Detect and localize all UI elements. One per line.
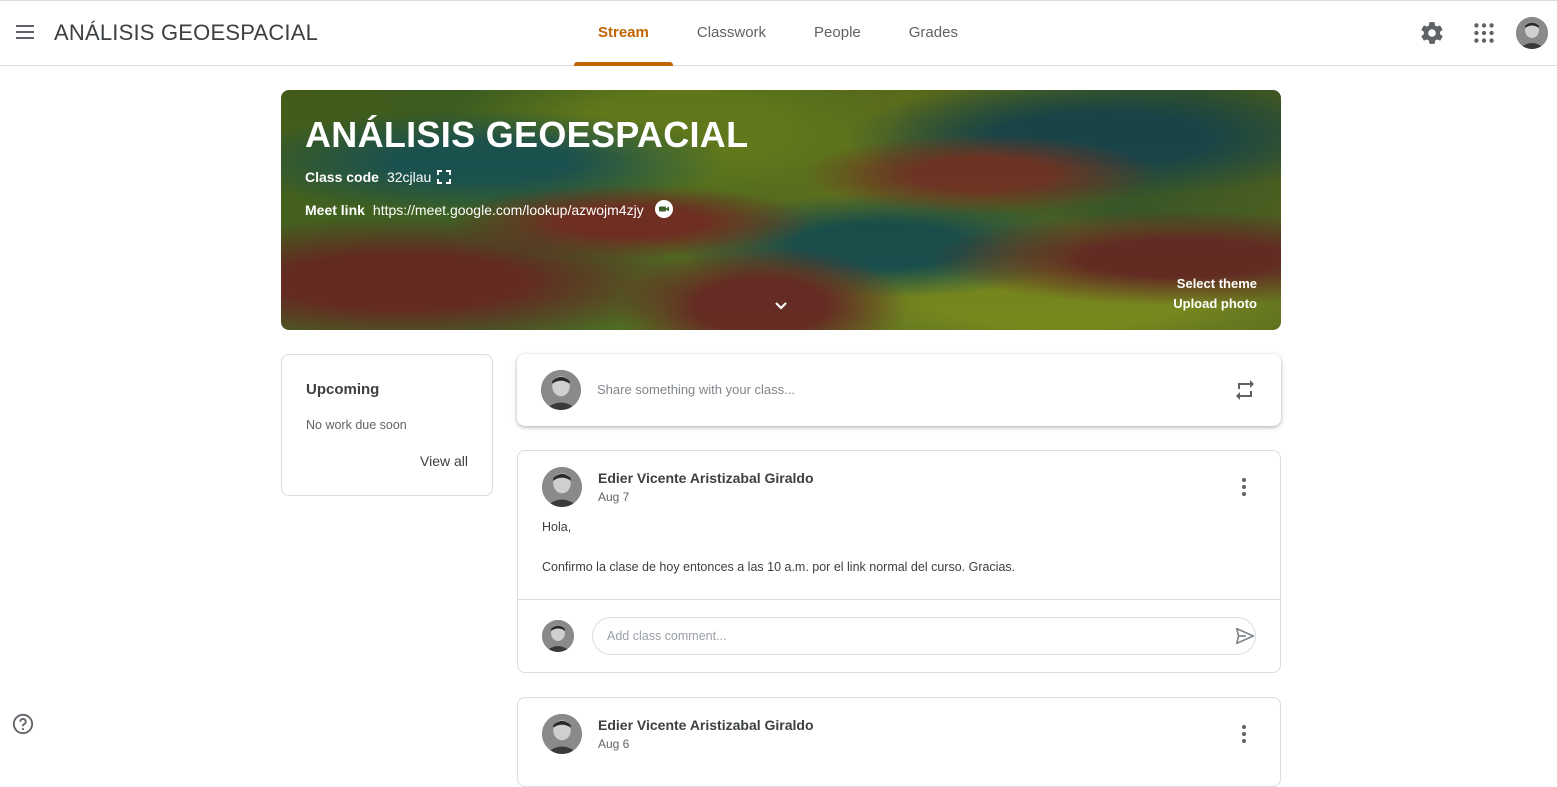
menu-icon[interactable] — [12, 21, 38, 45]
banner-title: ANÁLISIS GEOESPACIAL — [305, 114, 749, 155]
upcoming-title: Upcoming — [306, 381, 380, 398]
post-author: Edier Vicente Aristizabal Giraldo — [598, 470, 814, 486]
repost-icon[interactable] — [1233, 378, 1257, 402]
top-app-bar: ANÁLISIS GEOESPACIAL Stream Classwork Pe… — [0, 0, 1557, 66]
tab-people[interactable]: People — [790, 1, 885, 66]
tab-grades[interactable]: Grades — [885, 1, 982, 66]
more-vert-icon[interactable] — [1232, 722, 1256, 746]
tab-classwork[interactable]: Classwork — [673, 1, 790, 66]
select-theme-link[interactable]: Select theme — [1177, 276, 1257, 291]
avatar — [542, 620, 574, 652]
tab-bar: Stream Classwork People Grades — [574, 1, 982, 66]
meet-link-url[interactable]: https://meet.google.com/lookup/azwojm4zj… — [373, 202, 644, 218]
avatar — [542, 467, 582, 507]
upcoming-status: No work due soon — [306, 418, 407, 432]
class-banner: ANÁLISIS GEOESPACIAL Class code 32cjlau … — [281, 90, 1281, 330]
account-avatar[interactable] — [1516, 17, 1548, 49]
gear-icon[interactable] — [1419, 20, 1445, 46]
send-icon[interactable] — [1234, 625, 1256, 647]
view-all-link[interactable]: View all — [420, 453, 468, 469]
more-vert-icon[interactable] — [1232, 475, 1256, 499]
post-author: Edier Vicente Aristizabal Giraldo — [598, 717, 814, 733]
stream-post: Edier Vicente Aristizabal Giraldo Aug 6 — [517, 697, 1281, 787]
video-camera-icon[interactable] — [654, 200, 674, 220]
class-code-label: Class code — [305, 169, 379, 185]
post-body: Hola, Confirmo la clase de hoy entonces … — [542, 517, 1015, 577]
share-placeholder[interactable]: Share something with your class... — [597, 382, 795, 397]
stream-post: Edier Vicente Aristizabal Giraldo Aug 7 … — [517, 450, 1281, 673]
meet-link-row: Meet link https://meet.google.com/lookup… — [305, 200, 674, 220]
tab-stream[interactable]: Stream — [574, 1, 673, 66]
avatar — [541, 370, 581, 410]
class-comment-input[interactable]: Add class comment... — [592, 617, 1256, 655]
upcoming-card: Upcoming No work due soon View all — [281, 354, 493, 496]
post-message: Confirmo la clase de hoy entonces a las … — [542, 560, 1016, 574]
post-date: Aug 7 — [598, 490, 630, 504]
divider — [518, 599, 1280, 600]
class-code-row: Class code 32cjlau — [305, 169, 452, 185]
class-code-value: 32cjlau — [386, 169, 432, 185]
class-title[interactable]: ANÁLISIS GEOESPACIAL — [54, 20, 318, 46]
upload-photo-link[interactable]: Upload photo — [1173, 296, 1257, 311]
apps-grid-icon[interactable] — [1471, 20, 1497, 46]
share-box[interactable]: Share something with your class... — [517, 354, 1281, 426]
post-greeting: Hola, — [542, 520, 572, 534]
avatar — [542, 714, 582, 754]
meet-link-label: Meet link — [305, 202, 365, 218]
chevron-down-icon[interactable] — [771, 296, 791, 316]
help-icon[interactable] — [12, 713, 34, 735]
fullscreen-icon[interactable] — [437, 170, 452, 184]
post-date: Aug 6 — [598, 737, 630, 751]
